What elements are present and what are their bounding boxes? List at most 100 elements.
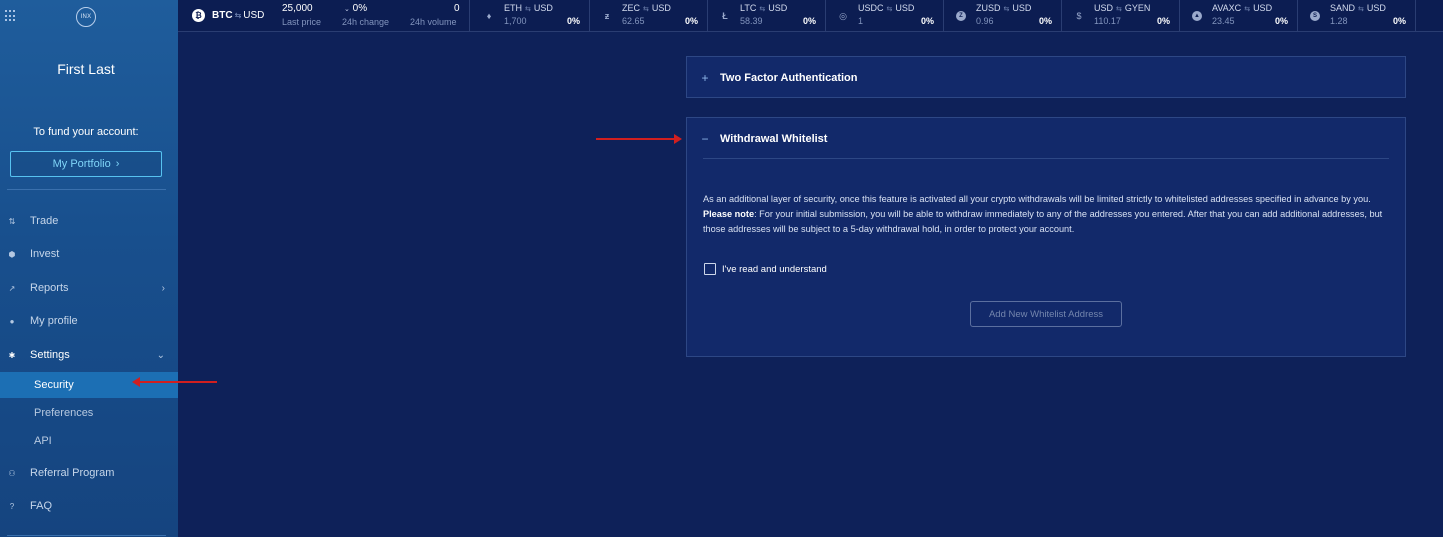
- annotation-arrow-whitelist: [596, 134, 682, 144]
- ticker-pair-usdc[interactable]: ◎ USDC ⇆ USD 1 0%: [826, 0, 944, 31]
- desc-part-2: : For your initial submission, you will …: [703, 209, 1383, 234]
- main-pair-base: BTC: [212, 10, 233, 21]
- sidebar-subitem-preferences[interactable]: Preferences: [0, 400, 178, 426]
- sidebar-divider: [7, 535, 166, 536]
- acknowledge-checkbox[interactable]: [704, 263, 716, 275]
- sidebar-item-label: My profile: [30, 315, 78, 327]
- help-icon: ?: [9, 501, 15, 511]
- ticker-pair-name: USDC ⇆ USD: [858, 3, 914, 13]
- withdrawal-whitelist-header[interactable]: − Withdrawal Whitelist: [701, 132, 827, 146]
- add-whitelist-address-button[interactable]: Add New Whitelist Address: [970, 301, 1122, 327]
- pair-base: ETH: [504, 3, 522, 13]
- sidebar-item-referral-program[interactable]: ⚇ Referral Program: [0, 461, 178, 485]
- ticker-pair-usd-gyen[interactable]: $ USD ⇆ GYEN 110.17 0%: [1062, 0, 1180, 31]
- ticker-pair-name: ZEC ⇆ USD: [622, 3, 671, 13]
- whitelist-description: As an additional layer of security, once…: [703, 192, 1383, 237]
- pair-base: SAND: [1330, 3, 1356, 13]
- pair-quote: USD: [1366, 3, 1386, 13]
- swap-icon: ⇆: [886, 6, 893, 13]
- trade-icon: ⇅: [8, 216, 16, 226]
- last-price-value: 25,000: [282, 3, 313, 14]
- sidebar-item-settings[interactable]: ✱ Settings ⌄: [0, 343, 178, 367]
- ticker-change: 0%: [1156, 16, 1170, 26]
- chevron-right-icon: ›: [161, 282, 165, 294]
- ticker-pair-name: LTC ⇆ USD: [740, 3, 787, 13]
- pair-base: AVAXC: [1212, 3, 1242, 13]
- ticker-pair-name: ETH ⇆ USD: [504, 3, 553, 13]
- swap-icon: ⇆: [1358, 6, 1364, 13]
- volume-label: 24h volume: [410, 17, 457, 27]
- ethereum-icon: ♦: [486, 11, 492, 21]
- sidebar-subitem-security[interactable]: Security: [0, 372, 178, 398]
- invest-icon: ⬢: [8, 249, 16, 259]
- sidebar: INX First Last To fund your account: My …: [0, 0, 178, 537]
- pair-quote: USD: [1012, 3, 1032, 13]
- gear-icon: ✱: [8, 350, 16, 360]
- swap-icon: ⇆: [1244, 6, 1251, 13]
- ticker-pair-eth[interactable]: ♦ ETH ⇆ USD 1,700 0%: [472, 0, 590, 31]
- pair-quote: USD: [895, 3, 915, 13]
- profile-icon: ●: [9, 316, 15, 326]
- two-factor-auth-title: Two Factor Authentication: [720, 72, 858, 84]
- two-factor-auth-panel: + Two Factor Authentication: [686, 56, 1406, 98]
- pair-base: USDC: [858, 3, 884, 13]
- swap-icon: ⇆: [759, 6, 766, 13]
- ticker-pair-zusd[interactable]: Z ZUSD ⇆ USD 0.96 0%: [944, 0, 1062, 31]
- swap-icon: ⇆: [643, 6, 649, 13]
- ticker-price: 23.45: [1212, 16, 1235, 26]
- ticker-main-pair[interactable]: ₿ BTC ⇆ USD 25,000 Last price ⌄ 0% 24h cha…: [178, 0, 470, 31]
- ticker-price: 1,700: [504, 16, 527, 26]
- two-factor-auth-header[interactable]: + Two Factor Authentication: [701, 71, 858, 85]
- avalanche-icon: ▲: [1192, 11, 1202, 21]
- pair-quote: USD: [768, 3, 788, 13]
- swap-icon: ⇆: [1003, 6, 1010, 13]
- inx-logo[interactable]: INX: [76, 7, 96, 27]
- chevron-down-icon: ⌄: [156, 349, 165, 361]
- sidebar-divider: [7, 189, 166, 190]
- ticker-pair-avaxc[interactable]: ▲ AVAXC ⇆ USD 23.45 0%: [1180, 0, 1298, 31]
- apps-grid-icon[interactable]: [5, 10, 17, 22]
- ticker-pair-zec[interactable]: ƶ ZEC ⇆ USD 62.65 0%: [590, 0, 708, 31]
- ticker-change: 0%: [1392, 16, 1406, 26]
- ticker-pair-sand[interactable]: S SAND ⇆ USD 1.28 0%: [1298, 0, 1416, 31]
- market-ticker: ₿ BTC ⇆ USD 25,000 Last price ⌄ 0% 24h cha…: [178, 0, 1443, 32]
- reports-icon: ↗: [8, 283, 16, 293]
- sidebar-item-faq[interactable]: ? FAQ: [0, 494, 178, 518]
- fund-account-text: To fund your account:: [33, 126, 139, 138]
- swap-icon: ⇆: [1116, 6, 1122, 13]
- expand-icon: +: [701, 71, 709, 85]
- ticker-pair-name: SAND ⇆ USD: [1330, 3, 1386, 13]
- sidebar-item-label: Trade: [30, 215, 59, 227]
- user-name: First Last: [57, 61, 115, 77]
- desc-bold-note: Please note: [703, 209, 755, 219]
- ticker-pair-ltc[interactable]: Ł LTC ⇆ USD 58.39 0%: [708, 0, 826, 31]
- sidebar-item-my-profile[interactable]: ● My profile: [0, 309, 178, 333]
- swap-icon: ⇆: [234, 11, 242, 20]
- zusd-icon: Z: [956, 11, 966, 21]
- sidebar-item-label: Reports: [30, 282, 69, 294]
- sidebar-subitem-api[interactable]: API: [0, 428, 178, 454]
- my-portfolio-button[interactable]: My Portfolio ›: [10, 151, 162, 177]
- sidebar-item-reports[interactable]: ↗ Reports ›: [0, 276, 178, 300]
- ticker-pair-name: AVAXC ⇆ USD: [1212, 3, 1272, 13]
- withdrawal-whitelist-title: Withdrawal Whitelist: [720, 133, 828, 145]
- ticker-price: 62.65: [622, 16, 645, 26]
- sidebar-item-trade[interactable]: ⇅ Trade: [0, 209, 178, 233]
- pair-quote: USD: [1253, 3, 1273, 13]
- sidebar-item-invest[interactable]: ⬢ Invest: [0, 242, 178, 266]
- pair-quote: USD: [533, 3, 553, 13]
- pair-base: LTC: [740, 3, 757, 13]
- acknowledge-checkbox-row[interactable]: I've read and understand: [704, 263, 827, 275]
- main-pair-quote: USD: [243, 10, 265, 21]
- withdrawal-whitelist-panel: − Withdrawal Whitelist As an additional …: [686, 117, 1406, 357]
- zcash-icon: ƶ: [604, 11, 610, 21]
- volume-value: 0: [454, 3, 460, 14]
- desc-part-1: As an additional layer of security, once…: [703, 194, 1371, 204]
- bitcoin-icon: ₿: [192, 9, 205, 22]
- panel-divider: [703, 158, 1389, 159]
- change-value: ⌄ 0%: [344, 3, 367, 14]
- users-icon: ⚇: [8, 468, 16, 478]
- ticker-change: 0%: [1274, 16, 1288, 26]
- ticker-price: 58.39: [740, 16, 763, 26]
- pair-quote: USD: [651, 3, 671, 13]
